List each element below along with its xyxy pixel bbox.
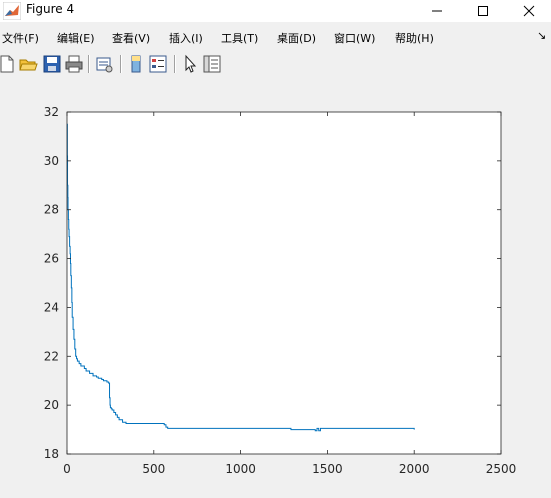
print-icon[interactable] <box>64 54 84 74</box>
maximize-icon <box>478 6 488 16</box>
x-tick-label: 2000 <box>399 462 430 476</box>
menu-view[interactable]: 查看(V) <box>112 30 150 46</box>
y-tick-label: 18 <box>44 447 59 461</box>
close-icon <box>523 5 535 17</box>
menu-help[interactable]: 帮助(H) <box>395 30 434 46</box>
x-tick-label: 500 <box>142 462 165 476</box>
y-tick-label: 22 <box>44 349 59 363</box>
toolbar <box>0 50 551 80</box>
open-file-icon[interactable] <box>18 54 38 74</box>
y-tick-label: 30 <box>44 154 59 168</box>
x-tick-label: 2500 <box>486 462 517 476</box>
close-button[interactable] <box>506 0 551 22</box>
y-tick-label: 20 <box>44 398 59 412</box>
minimize-button[interactable] <box>414 0 460 22</box>
menu-window[interactable]: 窗口(W) <box>334 30 375 46</box>
menu-insert[interactable]: 插入(I) <box>169 30 203 46</box>
y-tick-label: 28 <box>44 203 59 217</box>
y-tick-label: 32 <box>44 105 59 119</box>
menu-file[interactable]: 文件(F) <box>2 30 39 46</box>
colorbar-icon[interactable] <box>126 54 146 74</box>
toolbar-separator <box>174 55 176 73</box>
maximize-button[interactable] <box>460 0 506 22</box>
menu-desktop[interactable]: 桌面(D) <box>277 30 316 46</box>
toolbar-separator <box>120 55 122 73</box>
save-icon[interactable] <box>42 54 62 74</box>
x-tick-label: 1000 <box>225 462 256 476</box>
menu-edit[interactable]: 编辑(E) <box>57 30 95 46</box>
line-plot[interactable]: 0 500 1000 1500 2000 2500 18 20 22 24 26 28 30 32 <box>0 80 551 494</box>
y-tick-label: 26 <box>44 252 59 266</box>
menu-bar: 文件(F) 编辑(E) 查看(V) 插入(I) 工具(T) 桌面(D) 窗口(W… <box>0 26 551 48</box>
legend-icon[interactable] <box>148 54 168 74</box>
x-tick-label: 1500 <box>312 462 343 476</box>
x-tick-label: 0 <box>63 462 71 476</box>
y-tick-label: 24 <box>44 300 59 314</box>
window-title: Figure 4 <box>26 2 75 16</box>
property-inspector-icon[interactable] <box>202 54 222 74</box>
edit-plot-arrow-icon[interactable] <box>180 54 200 74</box>
axes-background <box>67 112 501 454</box>
title-bar: Figure 4 <box>0 0 551 22</box>
minimize-icon <box>432 10 442 12</box>
new-figure-icon[interactable] <box>0 54 16 74</box>
figure-canvas: 0 500 1000 1500 2000 2500 18 20 22 24 26 28 30 32 <box>0 80 551 494</box>
matlab-logo-icon <box>3 2 21 20</box>
toolbar-separator <box>88 55 90 73</box>
menu-tools[interactable]: 工具(T) <box>221 30 258 46</box>
link-plot-icon[interactable] <box>94 54 114 74</box>
dock-figure-icon[interactable]: ↘ <box>537 29 546 42</box>
